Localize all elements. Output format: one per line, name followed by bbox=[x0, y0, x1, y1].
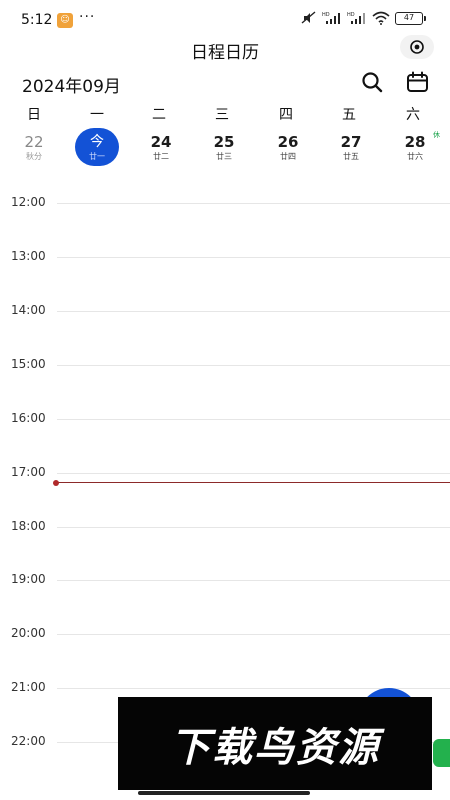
status-icons: HD HD 47 bbox=[301, 11, 426, 25]
svg-text:HD: HD bbox=[322, 12, 330, 18]
hour-row: 13:00 bbox=[0, 249, 450, 263]
weekday-label: 一 bbox=[90, 107, 104, 123]
hour-divider bbox=[57, 257, 450, 258]
hour-row: 19:00 bbox=[0, 572, 450, 586]
watermark-text: 下载鸟资源 bbox=[170, 724, 380, 771]
status-bar: 5:12 ☺ ··· HD HD 47 bbox=[0, 0, 450, 36]
hour-label: 14:00 bbox=[11, 303, 46, 317]
battery-icon: 47 bbox=[395, 11, 426, 25]
hour-label: 19:00 bbox=[11, 572, 46, 586]
rest-day-badge: 休 bbox=[433, 131, 440, 139]
hour-label: 22:00 bbox=[11, 734, 46, 748]
hour-row: 16:00 bbox=[0, 411, 450, 425]
current-time-line bbox=[56, 482, 450, 483]
date-cell[interactable]: 22 秋分 bbox=[12, 128, 56, 166]
hour-divider bbox=[57, 473, 450, 474]
date-cell[interactable]: 28 廿六 bbox=[393, 128, 437, 166]
side-tab[interactable] bbox=[433, 739, 450, 767]
hour-divider bbox=[57, 365, 450, 366]
date-lunar: 廿五 bbox=[343, 152, 359, 161]
hour-divider bbox=[57, 634, 450, 635]
hour-row: 17:00 bbox=[0, 465, 450, 479]
hour-divider bbox=[57, 203, 450, 204]
date-cell[interactable]: 24 廿二 bbox=[139, 128, 183, 166]
status-time: 5:12 bbox=[21, 12, 53, 28]
date-number: 27 bbox=[340, 133, 362, 151]
date-cell[interactable]: 25 廿三 bbox=[202, 128, 246, 166]
date-number: 28 bbox=[404, 133, 426, 151]
weekday-label: 六 bbox=[406, 107, 420, 123]
home-indicator[interactable] bbox=[138, 791, 310, 795]
weekday-label: 日 bbox=[27, 107, 41, 123]
hd-signal-icon: HD bbox=[347, 12, 365, 24]
date-cell-today[interactable]: 今 廿一 bbox=[75, 128, 119, 166]
date-lunar: 廿六 bbox=[407, 152, 423, 161]
hour-row: 18:00 bbox=[0, 519, 450, 533]
hour-label: 21:00 bbox=[11, 680, 46, 694]
more-notifications-icon: ··· bbox=[79, 9, 96, 25]
hour-row: 14:00 bbox=[0, 303, 450, 317]
page-title: 日程日历 bbox=[191, 43, 259, 63]
date-number: 26 bbox=[277, 133, 299, 151]
weekday-label: 二 bbox=[152, 107, 166, 123]
watermark-logo: 下载鸟资源 bbox=[118, 697, 432, 790]
wifi-icon bbox=[372, 11, 390, 25]
hour-row: 12:00 bbox=[0, 195, 450, 209]
date-cell[interactable]: 27 廿五 bbox=[329, 128, 373, 166]
date-lunar: 秋分 bbox=[26, 152, 42, 161]
weekday-header: 日 一 二 三 四 五 六 bbox=[0, 104, 450, 126]
hour-divider bbox=[57, 580, 450, 581]
date-number: 24 bbox=[150, 133, 172, 151]
hour-label: 17:00 bbox=[11, 465, 46, 479]
current-time-dot bbox=[53, 480, 59, 486]
week-dates: 22 秋分 今 廿一 24 廿二 25 廿三 26 廿四 27 廿五 28 廿六 bbox=[0, 128, 450, 168]
mute-icon bbox=[301, 11, 316, 24]
calendar-icon[interactable] bbox=[406, 71, 429, 93]
weekday-label: 三 bbox=[215, 107, 229, 123]
hour-divider bbox=[57, 527, 450, 528]
hour-divider bbox=[57, 311, 450, 312]
date-cell[interactable]: 26 廿四 bbox=[266, 128, 310, 166]
hour-label: 18:00 bbox=[11, 519, 46, 533]
hour-label: 13:00 bbox=[11, 249, 46, 263]
hour-label: 20:00 bbox=[11, 626, 46, 640]
date-lunar: 廿二 bbox=[153, 152, 169, 161]
month-label[interactable]: 2024年09月 bbox=[22, 72, 121, 97]
svg-text:HD: HD bbox=[347, 12, 355, 18]
hour-label: 15:00 bbox=[11, 357, 46, 371]
weekday-label: 四 bbox=[279, 107, 293, 123]
eye-icon bbox=[410, 40, 424, 54]
date-number: 25 bbox=[213, 133, 235, 151]
hour-divider bbox=[57, 419, 450, 420]
date-lunar: 廿三 bbox=[216, 152, 232, 161]
date-lunar: 廿一 bbox=[89, 152, 105, 161]
search-icon[interactable] bbox=[361, 71, 383, 93]
date-number: 22 bbox=[24, 133, 44, 151]
app-notification-icon: ☺ bbox=[57, 13, 73, 28]
hour-row: 15:00 bbox=[0, 357, 450, 371]
weekday-label: 五 bbox=[342, 107, 356, 123]
hd-signal-icon: HD bbox=[322, 12, 340, 24]
hour-label: 12:00 bbox=[11, 195, 46, 209]
eye-button[interactable] bbox=[400, 35, 434, 59]
hour-row: 20:00 bbox=[0, 626, 450, 640]
date-lunar: 廿四 bbox=[280, 152, 296, 161]
hour-label: 16:00 bbox=[11, 411, 46, 425]
date-number: 今 bbox=[90, 134, 104, 150]
